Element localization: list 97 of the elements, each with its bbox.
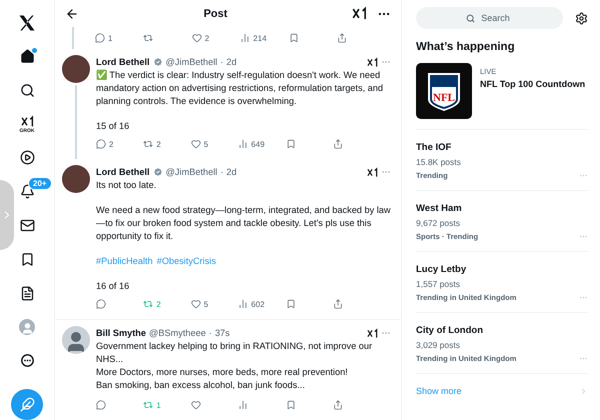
- post-text: Its not too late.: [96, 179, 158, 192]
- heart-icon: [192, 33, 202, 43]
- photo-placeholder[interactable]: [62, 165, 90, 193]
- verified-badge-icon: [152, 167, 163, 177]
- settings-icon: [575, 12, 588, 24]
- reply-button[interactable]: 1: [95, 33, 123, 43]
- photo-placeholder[interactable]: [62, 55, 90, 83]
- thread-counter: 15 of 16: [96, 120, 130, 133]
- verified-badge-icon: [152, 57, 163, 67]
- share-icon: [336, 33, 347, 43]
- trend-post-count: 15.8K posts: [416, 157, 462, 167]
- author-handle[interactable]: @BSmytheee: [149, 326, 206, 340]
- compose-button[interactable]: [11, 389, 43, 420]
- bar-chart-icon: [240, 33, 250, 43]
- feather-icon: [20, 397, 34, 412]
- post-text: We need a new food strategy—long-term, integrated, and backed by law—to fix our broken food system and tackle obesity. Let's pls use this opportunity to fix it.: [96, 204, 391, 243]
- bookmark-icon: [20, 252, 34, 267]
- grok-icon: [367, 328, 378, 338]
- bell-icon: [20, 184, 34, 200]
- thread-counter: 16 of 16: [96, 280, 130, 293]
- heart-icon: [190, 139, 201, 149]
- trend-title[interactable]: The IOF: [416, 142, 588, 153]
- views-button[interactable]: 214: [240, 33, 268, 43]
- reply-button[interactable]: 2: [96, 139, 124, 149]
- bookmark-icon: [288, 33, 299, 43]
- reply-icon: [95, 33, 105, 43]
- x-logo-icon: [17, 12, 37, 33]
- repost-icon: [143, 400, 154, 410]
- home-icon: [20, 49, 34, 64]
- like-button[interactable]: 2: [192, 33, 220, 43]
- grok-button[interactable]: [367, 166, 378, 178]
- separator-dot: ·: [220, 166, 224, 178]
- post-time[interactable]: 2d: [226, 56, 237, 68]
- repost-icon: [143, 299, 154, 309]
- share-icon: [332, 139, 343, 149]
- bookmark-icon: [286, 400, 296, 410]
- section-heading: What’s happening: [416, 41, 516, 53]
- avatar-icon: [19, 318, 35, 335]
- grok-icon: [352, 6, 367, 21]
- share-icon: [332, 400, 343, 410]
- page-title: Post: [202, 8, 228, 20]
- author-name[interactable]: Lord Bethell: [96, 56, 150, 68]
- grok-button[interactable]: [367, 328, 378, 338]
- live-event-title[interactable]: NFL Top 100 Countdown: [480, 79, 586, 89]
- author-name[interactable]: Lord Bethell: [96, 166, 150, 178]
- more-icon: [20, 354, 34, 368]
- reply-icon: [96, 299, 106, 309]
- notification-badge: 20+: [28, 176, 52, 190]
- grok-button[interactable]: [352, 6, 367, 21]
- grok-icon: [367, 56, 378, 68]
- default-avatar[interactable]: [62, 326, 90, 354]
- bar-chart-icon: [238, 139, 248, 149]
- search-icon: [466, 14, 475, 23]
- trend-title[interactable]: West Ham: [416, 203, 588, 214]
- like-button[interactable]: 5: [190, 139, 219, 149]
- repost-button[interactable]: 2: [143, 139, 172, 149]
- back-button[interactable]: [65, 6, 79, 20]
- separator-dot: ·: [220, 56, 224, 68]
- search-field[interactable]: Search: [416, 7, 563, 29]
- trend-title[interactable]: Lucy Letby: [416, 264, 588, 275]
- search-icon: [20, 82, 34, 98]
- settings-button[interactable]: [575, 12, 588, 24]
- author-handle[interactable]: @JimBethell: [166, 56, 218, 68]
- views-button[interactable]: 602: [238, 299, 266, 309]
- repost-icon: [143, 33, 154, 43]
- chevron-icon: [579, 386, 588, 396]
- side-panel-handle[interactable]: [0, 180, 14, 250]
- bookmark-icon: [286, 299, 296, 309]
- bar-chart-icon: [238, 299, 248, 309]
- post-text: Government lackey helping to bring in RATIONING, not improve our NHS... More Doctors, more nurses, more beds, more real prevention! Ban smoking, ban excess alcohol, ban junk foods...: [96, 340, 374, 392]
- reply-icon: [96, 139, 106, 149]
- bar-chart-icon: [238, 400, 248, 410]
- views-button[interactable]: 649: [238, 139, 266, 149]
- separator-dot: ·: [208, 326, 212, 340]
- bookmark-icon: [286, 139, 296, 149]
- trend-post-count: 9,672 posts: [416, 218, 461, 228]
- author-handle[interactable]: @JimBethell: [166, 166, 218, 178]
- trend-post-count: 3,029 posts: [416, 340, 461, 350]
- share-icon: [332, 299, 343, 309]
- post-time[interactable]: 37s: [214, 326, 230, 340]
- trend-title[interactable]: City of London: [416, 325, 588, 336]
- post-time[interactable]: 2d: [226, 166, 237, 178]
- grok-button[interactable]: [367, 56, 378, 68]
- nfl-logo: NFL: [416, 63, 472, 119]
- repost-icon: [143, 139, 154, 149]
- trend-post-count: 1,557 posts: [416, 279, 461, 289]
- heart-icon: [190, 400, 201, 410]
- like-button[interactable]: 5: [190, 299, 219, 309]
- grok-icon: [367, 166, 378, 178]
- mail-icon: [20, 218, 34, 233]
- grok-icon: [20, 114, 34, 128]
- author-name[interactable]: Bill Smythe: [96, 326, 146, 340]
- document-icon: [20, 286, 34, 300]
- reply-icon: [96, 400, 106, 410]
- play-icon: [20, 150, 34, 166]
- heart-icon: [190, 299, 201, 309]
- post-text: ✅ The verdict is clear: Industry self-regulation doesn't work. We need mandatory action on advertising restrictions, reformulation targets, and planning controls. The evidence is overwhelming.: [96, 69, 384, 108]
